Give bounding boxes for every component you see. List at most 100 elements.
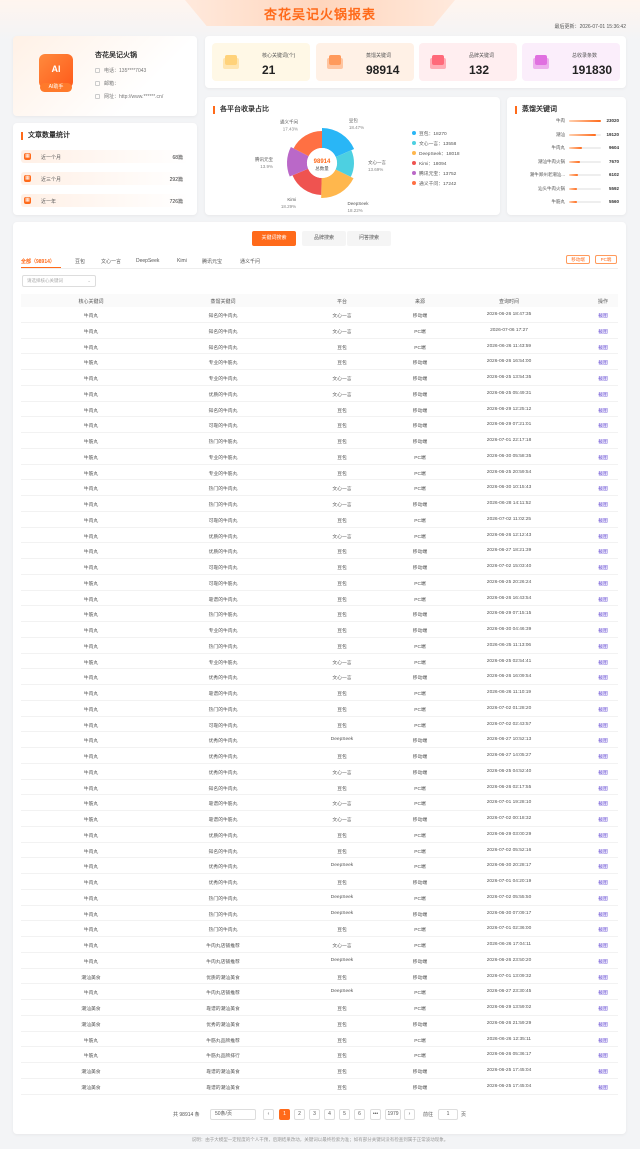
table-cell: 豆包 xyxy=(337,833,347,839)
screenshot-link[interactable]: 截图 xyxy=(588,989,618,996)
screenshot-link[interactable]: 截图 xyxy=(588,564,618,571)
screenshot-link[interactable]: 截图 xyxy=(588,344,618,351)
core-keyword-select[interactable]: 请选择核心关键词 ⌄ xyxy=(22,275,96,287)
screenshot-link[interactable]: 截图 xyxy=(588,407,618,414)
screenshot-link[interactable]: 截图 xyxy=(588,911,618,918)
table-cell: 文心一言 xyxy=(332,818,352,823)
goto-page-input[interactable]: 1 xyxy=(438,1109,458,1120)
slice-pct: 18.29% xyxy=(281,204,296,209)
page-button[interactable]: 1 xyxy=(279,1109,290,1120)
screenshot-link[interactable]: 截图 xyxy=(588,737,618,744)
page-button[interactable]: 2 xyxy=(294,1109,305,1120)
screenshot-link[interactable]: 截图 xyxy=(588,1052,618,1059)
screenshot-link[interactable]: 截图 xyxy=(588,422,618,429)
screenshot-link[interactable]: 截图 xyxy=(588,438,618,445)
screenshot-link[interactable]: 截图 xyxy=(588,501,618,508)
platform-tab[interactable]: 全部（98914） xyxy=(21,258,55,265)
screenshot-link[interactable]: 截图 xyxy=(588,627,618,634)
keyword-name: 潮牛郑州老潮汕... xyxy=(529,172,565,177)
screenshot-link[interactable]: 截图 xyxy=(588,863,618,870)
page-button[interactable]: 6 xyxy=(354,1109,365,1120)
screenshot-link[interactable]: 截图 xyxy=(588,596,618,603)
screenshot-link[interactable]: 截图 xyxy=(588,848,618,855)
keyword-name: 牛肉丸 xyxy=(551,145,566,150)
screenshot-link[interactable]: 截图 xyxy=(588,643,618,650)
screenshot-link[interactable]: 截图 xyxy=(588,580,618,587)
table-cell: PC端 xyxy=(414,1007,426,1012)
screenshot-link[interactable]: 截图 xyxy=(588,659,618,666)
prev-page-button[interactable]: ‹ xyxy=(263,1109,274,1120)
platform-tab[interactable]: 文心一言 xyxy=(101,258,121,265)
table-cell: 豆包 xyxy=(337,1038,347,1044)
screenshot-link[interactable]: 截图 xyxy=(588,974,618,981)
screenshot-link[interactable]: 截图 xyxy=(588,879,618,886)
platform-tab[interactable]: Kimi xyxy=(177,258,187,264)
screenshot-link[interactable]: 截图 xyxy=(588,328,618,335)
table-cell: PC端 xyxy=(414,534,426,540)
screenshot-link[interactable]: 截图 xyxy=(588,312,618,319)
screenshot-link[interactable]: 截图 xyxy=(588,454,618,461)
platform-tab[interactable]: 通义千问 xyxy=(240,258,260,265)
table-cell: 豆包 xyxy=(337,975,347,981)
screenshot-link[interactable]: 截图 xyxy=(588,1005,618,1012)
platform-tab[interactable]: 豆包 xyxy=(75,258,85,265)
screenshot-link[interactable]: 截图 xyxy=(588,548,618,555)
tab-brand-search[interactable]: 品牌搜索 xyxy=(302,231,346,246)
pc-filter-button[interactable]: PC端 xyxy=(595,255,617,264)
table-cell: 牛肉丸 xyxy=(83,392,99,398)
screenshot-link[interactable]: 截图 xyxy=(588,1021,618,1028)
column-header: 蒸馏关键词 xyxy=(210,299,236,305)
screenshot-link[interactable]: 截图 xyxy=(588,769,618,776)
page-size-select[interactable]: 50条/页 xyxy=(210,1109,256,1120)
table-cell: 专业的牛肉丸 xyxy=(208,629,238,634)
screenshot-link[interactable]: 截图 xyxy=(588,942,618,949)
next-page-button[interactable]: › xyxy=(404,1109,415,1120)
tab-qa-search[interactable]: 问答搜索 xyxy=(347,231,391,246)
screenshot-link[interactable]: 截图 xyxy=(588,674,618,681)
table-cell: PC端 xyxy=(414,471,426,477)
page-button[interactable]: 5 xyxy=(339,1109,350,1120)
platform-tab[interactable]: DeepSeek xyxy=(136,258,159,264)
screenshot-link[interactable]: 截图 xyxy=(588,895,618,902)
page-button[interactable]: 1979 xyxy=(385,1109,401,1120)
keyword-bar-fill xyxy=(569,201,577,203)
screenshot-link[interactable]: 截图 xyxy=(588,800,618,807)
screenshot-link[interactable]: 截图 xyxy=(588,533,618,540)
screenshot-link[interactable]: 截图 xyxy=(588,690,618,697)
platform-tab[interactable]: 腾讯元宝 xyxy=(202,258,222,265)
keyword-bar-track xyxy=(569,201,601,203)
screenshot-link[interactable]: 截图 xyxy=(588,816,618,823)
page-button[interactable]: 3 xyxy=(309,1109,320,1120)
screenshot-link[interactable]: 截图 xyxy=(588,470,618,477)
tab-keyword-search[interactable]: 关键词搜索 xyxy=(252,231,296,246)
mobile-filter-button[interactable]: 移动端 xyxy=(566,255,590,264)
screenshot-link[interactable]: 截图 xyxy=(588,706,618,713)
screenshot-link[interactable]: 截图 xyxy=(588,722,618,729)
screenshot-link[interactable]: 截图 xyxy=(588,1084,618,1091)
column-header: 核心关键词 xyxy=(78,299,104,305)
table-row: 牛筋丸 牛筋丸品牌推荐 豆包 PC端 2026-06-26 12:35:11 截图 xyxy=(21,1032,618,1048)
table-cell: DeepSeek xyxy=(330,863,354,869)
page-button[interactable]: ••• xyxy=(370,1109,381,1120)
screenshot-link[interactable]: 截图 xyxy=(588,611,618,618)
keywords-card: 蒸馏关键词 牛肉 23020 潮汕 19120 牛肉丸 9604 潮汕牛肉火锅 7670 潮牛郑… xyxy=(507,97,626,215)
screenshot-link[interactable]: 截图 xyxy=(588,926,618,933)
slice-label: 通义千问 xyxy=(280,119,298,126)
screenshot-link[interactable]: 截图 xyxy=(588,375,618,382)
screenshot-link[interactable]: 截图 xyxy=(588,832,618,839)
screenshot-link[interactable]: 截图 xyxy=(588,391,618,398)
legend-item: 通义千问：17242 xyxy=(412,180,460,190)
table-cell: 豆包 xyxy=(337,1054,347,1060)
keyword-row: 牛筋丸 5560 xyxy=(515,199,620,209)
screenshot-link[interactable]: 截图 xyxy=(588,485,618,492)
screenshot-link[interactable]: 截图 xyxy=(588,1037,618,1044)
page-button[interactable]: 4 xyxy=(324,1109,335,1120)
screenshot-link[interactable]: 截图 xyxy=(588,958,618,965)
screenshot-link[interactable]: 截图 xyxy=(588,517,618,524)
screenshot-link[interactable]: 截图 xyxy=(588,753,618,760)
screenshot-link[interactable]: 截图 xyxy=(588,785,618,792)
table-cell: PC端 xyxy=(414,644,426,650)
screenshot-link[interactable]: 截图 xyxy=(588,1068,618,1075)
goto-suffix: 页 xyxy=(461,1112,467,1118)
screenshot-link[interactable]: 截图 xyxy=(588,359,618,366)
